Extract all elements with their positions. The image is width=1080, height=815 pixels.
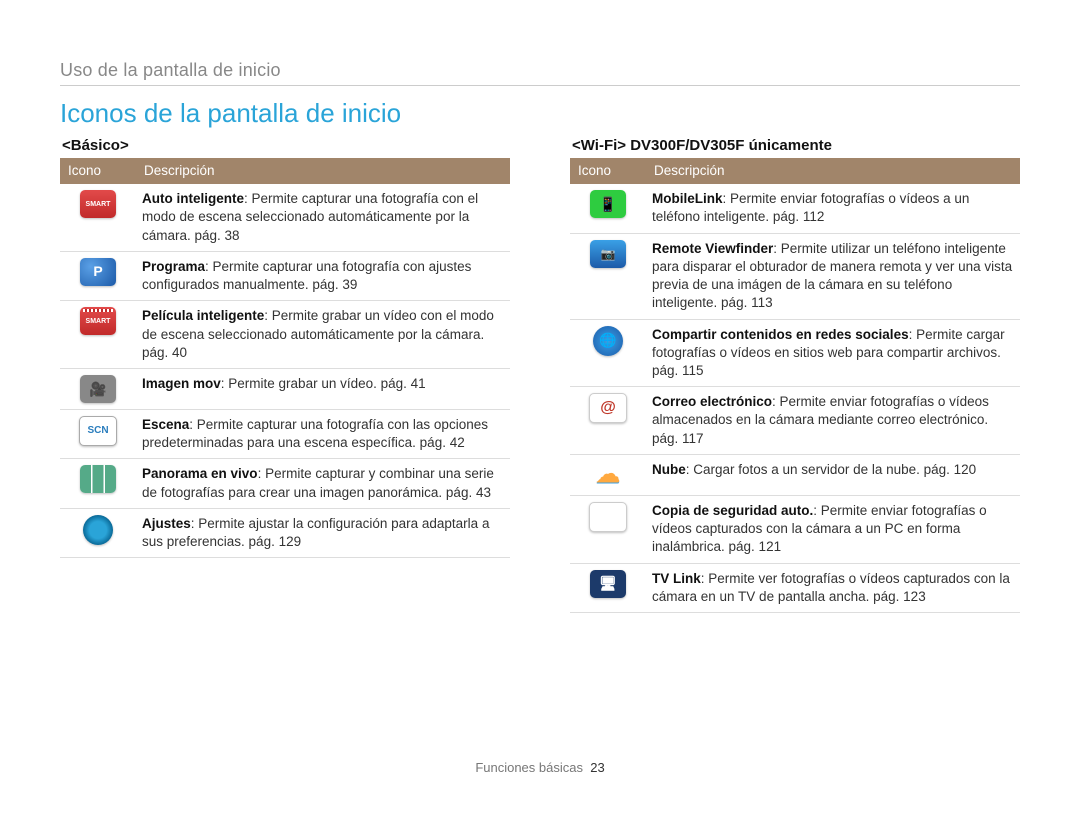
- wifi-table: Icono Descripción MobileLink: Permite en…: [570, 158, 1020, 613]
- email-icon: [589, 393, 627, 423]
- mobilelink-icon: [590, 190, 626, 218]
- table-row: Ajustes: Permite ajustar la configuració…: [60, 508, 510, 557]
- smart-movie-icon: [80, 307, 116, 335]
- breadcrumb: Uso de la pantalla de inicio: [60, 60, 1020, 81]
- basic-table: Icono Descripción Auto inteligente: Perm…: [60, 158, 510, 558]
- table-row: Correo electrónico: Permite enviar fotog…: [570, 387, 1020, 455]
- divider: [60, 85, 1020, 86]
- auto-backup-icon: [589, 502, 627, 532]
- settings-icon: [83, 515, 113, 545]
- page-title: Iconos de la pantalla de inicio: [60, 98, 1020, 129]
- smart-auto-icon: [80, 190, 116, 218]
- th-desc: Descripción: [646, 158, 1020, 184]
- table-row: Película inteligente: Permite grabar un …: [60, 301, 510, 369]
- table-row: Auto inteligente: Permite capturar una f…: [60, 184, 510, 251]
- tv-link-icon: [590, 570, 626, 598]
- table-row: Remote Viewfinder: Permite utilizar un t…: [570, 233, 1020, 319]
- table-row: Escena: Permite capturar una fotografía …: [60, 409, 510, 458]
- panorama-icon: [80, 465, 116, 493]
- table-row: Programa: Permite capturar una fotografí…: [60, 251, 510, 300]
- table-row: Compartir contenidos en redes sociales: …: [570, 319, 1020, 387]
- remote-viewfinder-icon: [590, 240, 626, 268]
- table-row: Nube: Cargar fotos a un servidor de la n…: [570, 454, 1020, 495]
- movie-icon: [80, 375, 116, 403]
- basic-heading: <Básico>: [62, 137, 510, 154]
- th-desc: Descripción: [136, 158, 510, 184]
- program-icon: [80, 258, 116, 286]
- scene-icon: [79, 416, 117, 446]
- table-row: Copia de seguridad auto.: Permite enviar…: [570, 495, 1020, 563]
- cloud-icon: [590, 461, 626, 489]
- table-row: TV Link: Permite ver fotografías o vídeo…: [570, 563, 1020, 612]
- table-row: MobileLink: Permite enviar fotografías o…: [570, 184, 1020, 233]
- th-icon: Icono: [60, 158, 136, 184]
- wifi-heading: <Wi-Fi> DV300F/DV305F únicamente: [572, 137, 1020, 154]
- table-row: Imagen mov: Permite grabar un vídeo. pág…: [60, 368, 510, 409]
- th-icon: Icono: [570, 158, 646, 184]
- social-share-icon: [593, 326, 623, 356]
- page-footer: Funciones básicas 23: [0, 760, 1080, 775]
- table-row: Panorama en vivo: Permite capturar y com…: [60, 459, 510, 508]
